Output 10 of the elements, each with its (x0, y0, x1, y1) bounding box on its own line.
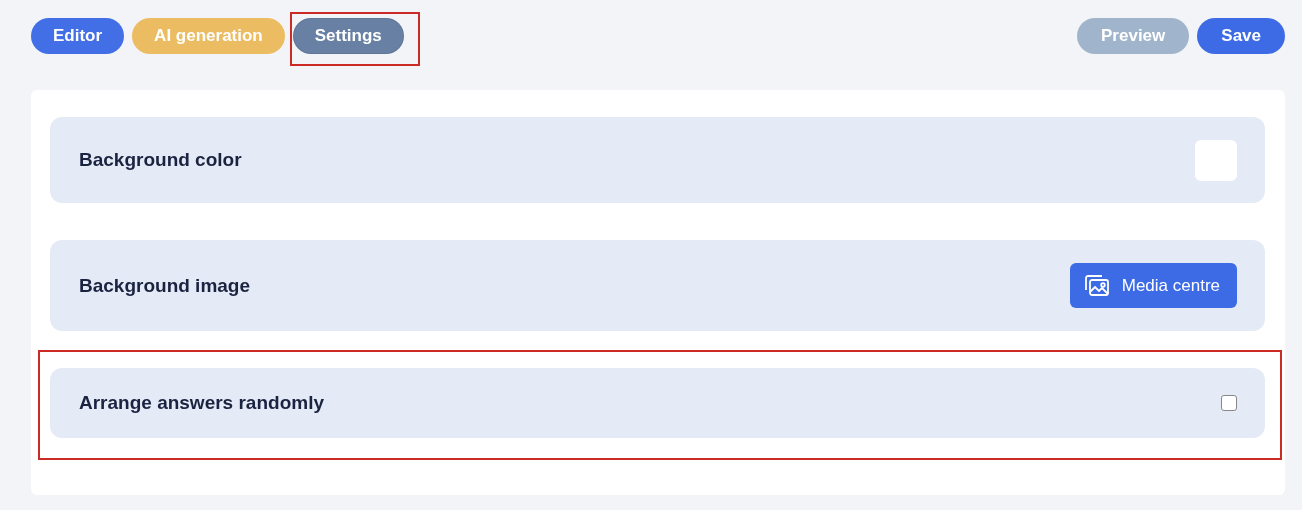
color-swatch[interactable] (1195, 139, 1237, 181)
images-icon (1083, 274, 1110, 297)
setting-label: Background image (79, 274, 251, 297)
checkbox[interactable] (1221, 395, 1237, 411)
action-button[interactable]: Save (1197, 18, 1285, 54)
media-centre-button[interactable]: Media centre (1069, 263, 1237, 308)
tab[interactable]: Settings (292, 18, 404, 54)
setting-label: Background color (79, 149, 242, 171)
tab[interactable]: Editor (31, 18, 125, 54)
setting-label: Arrange answers randomly (79, 392, 324, 414)
